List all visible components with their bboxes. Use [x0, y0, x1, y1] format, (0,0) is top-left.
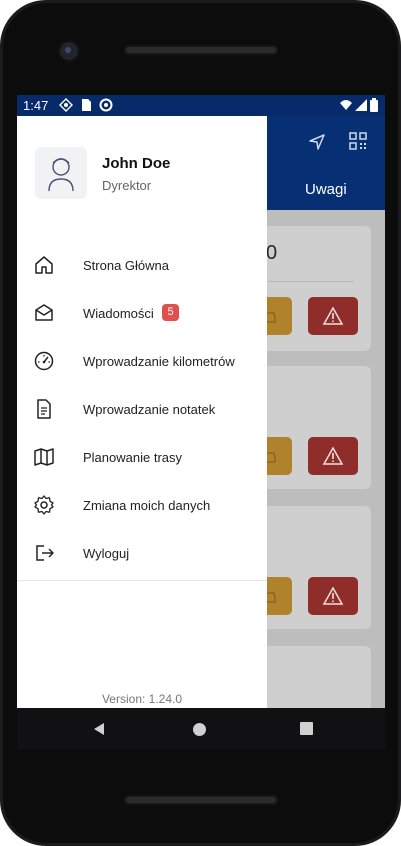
menu-item-route[interactable]: Planowanie trasy — [17, 438, 267, 478]
document-icon — [37, 399, 51, 419]
avatar — [35, 147, 87, 199]
menu-item-kilometers[interactable]: Wprowadzanie kilometrów — [17, 342, 267, 382]
qr-code-icon[interactable] — [349, 132, 367, 150]
warning-button[interactable] — [308, 437, 358, 475]
signal-icon — [355, 99, 367, 111]
user-role: Dyrektor — [102, 178, 152, 193]
menu-label: Wprowadzanie kilometrów — [83, 354, 235, 369]
unread-badge: 5 — [162, 304, 179, 321]
navigation-drawer: John Doe Dyrektor Strona Główna Wiadomoś… — [17, 116, 267, 708]
back-icon[interactable] — [92, 722, 106, 736]
card-value: 0 — [266, 242, 278, 264]
speedometer-icon — [34, 351, 54, 371]
user-icon — [48, 158, 74, 192]
menu-item-messages[interactable]: Wiadomości 5 — [17, 294, 267, 334]
map-icon — [34, 448, 54, 466]
sim-icon — [82, 99, 91, 111]
menu-label: Zmiana moich danych — [83, 498, 211, 513]
menu-item-notes[interactable]: Wprowadzanie notatek — [17, 390, 267, 430]
menu-label: Wyloguj — [83, 546, 130, 561]
menu-item-home[interactable]: Strona Główna — [17, 246, 267, 286]
wifi-icon — [340, 100, 352, 110]
status-bar: 1:47 — [17, 95, 385, 116]
phone-frame: 1:47 Uwagi 0 John Doe Dyrektor Strona Gł… — [0, 0, 401, 846]
settings-icon — [34, 495, 54, 515]
menu-label: Planowanie trasy — [83, 450, 182, 465]
sync-icon — [99, 98, 113, 112]
battery-icon — [370, 98, 378, 112]
menu-item-settings[interactable]: Zmiana moich danych — [17, 486, 267, 526]
app-version: Version: 1.24.0 — [101, 692, 183, 706]
app-screen: 1:47 Uwagi 0 John Doe Dyrektor Strona Gł… — [17, 95, 385, 708]
menu-label: Wprowadzanie notatek — [83, 402, 216, 417]
card-divider — [266, 281, 354, 282]
front-camera — [60, 42, 78, 60]
menu-label: Strona Główna — [83, 258, 169, 273]
warning-icon — [322, 446, 344, 465]
home-nav-icon[interactable] — [192, 722, 207, 737]
warning-button[interactable] — [308, 577, 358, 615]
mail-icon — [35, 304, 53, 321]
location-icon — [59, 98, 73, 112]
home-icon — [35, 256, 53, 274]
top-speaker — [124, 45, 278, 55]
drawer-divider — [17, 580, 267, 581]
android-nav-bar — [17, 708, 385, 750]
menu-label: Wiadomości — [83, 306, 154, 321]
warning-icon — [322, 586, 344, 605]
recent-apps-icon[interactable] — [300, 722, 313, 735]
tab-uwagi[interactable]: Uwagi — [305, 181, 347, 198]
bottom-speaker — [124, 795, 278, 805]
menu-item-logout[interactable]: Wyloguj — [17, 534, 267, 574]
logout-icon — [36, 545, 54, 561]
warning-button[interactable] — [308, 297, 358, 335]
user-name: John Doe — [102, 155, 171, 172]
navigation-icon[interactable] — [308, 133, 326, 151]
warning-icon — [322, 306, 344, 325]
status-time: 1:47 — [23, 98, 49, 113]
